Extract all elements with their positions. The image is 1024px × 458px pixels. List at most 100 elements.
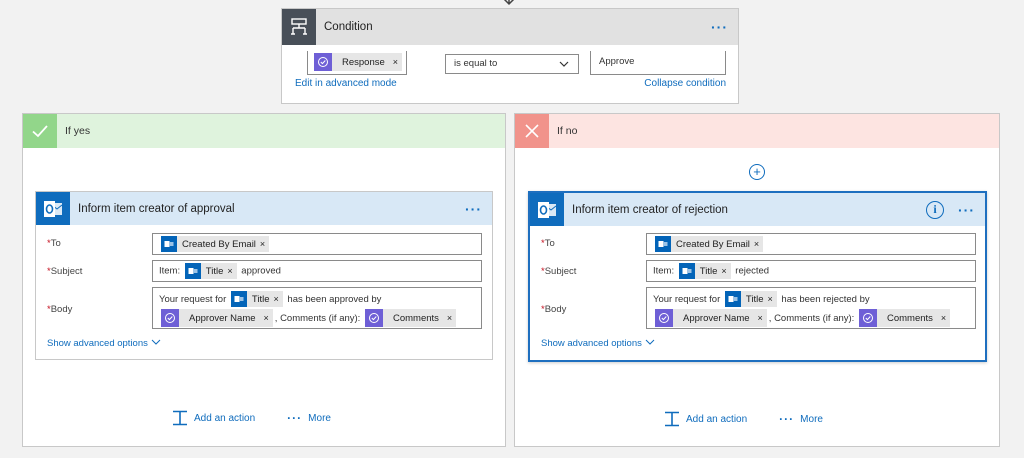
token-label: Comments [886, 312, 933, 324]
info-icon[interactable]: i [926, 200, 944, 219]
approver-name-token[interactable]: Approver Name × [655, 309, 767, 328]
to-label: *To [47, 238, 61, 249]
collapse-condition-link[interactable]: Collapse condition [644, 78, 726, 89]
token-remove-icon[interactable]: × [447, 309, 456, 328]
to-field[interactable]: Created By Email × [646, 233, 976, 255]
more-label: More [308, 412, 331, 424]
body-field[interactable]: Your request for Title × has been reject… [646, 287, 976, 329]
token-label: Title [745, 293, 764, 305]
add-action-icon [665, 411, 679, 427]
sharepoint-icon [161, 236, 177, 252]
subject-suffix: rejected [735, 265, 770, 277]
token-label: Title [251, 293, 270, 305]
chevron-down-icon [645, 339, 654, 345]
show-advanced-options-link[interactable]: Show advanced options [47, 338, 161, 349]
action-title: Inform item creator of rejection [572, 203, 728, 216]
condition-left-operand[interactable]: Response × [307, 51, 407, 75]
chevron-down-icon [559, 61, 569, 67]
condition-value-input[interactable]: Approve [590, 51, 726, 75]
branch-if-yes: If yes Inform item creator of approval ·… [22, 113, 506, 447]
token-label: Created By Email [182, 238, 256, 250]
connector-arrow-icon [503, 0, 515, 6]
body-label: *Body [541, 304, 567, 315]
token-label: Title [699, 265, 718, 277]
to-label: *To [541, 238, 555, 249]
token-label: Approver Name [683, 312, 750, 324]
approver-name-token[interactable]: Approver Name × [161, 309, 273, 328]
title-token[interactable]: Title × [724, 290, 777, 309]
body-label: *Body [47, 304, 73, 315]
more-dots-icon: ··· [779, 412, 795, 426]
sharepoint-icon [678, 263, 695, 279]
insert-step-plus-icon[interactable]: + [749, 164, 765, 180]
operator-dropdown[interactable]: is equal to [445, 54, 579, 74]
chevron-down-icon [151, 339, 160, 345]
sharepoint-icon [655, 236, 671, 252]
body-text: has been approved by [287, 294, 382, 305]
branch-no-footer: Add an action ··· More [664, 411, 823, 427]
created-by-email-token[interactable]: Created By Email × [161, 236, 270, 252]
sharepoint-icon [724, 291, 741, 308]
body-text: Your request for [159, 294, 227, 305]
action-title: Inform item creator of approval [78, 202, 235, 215]
token-label: Approver Name [189, 312, 256, 324]
response-token[interactable]: Response × [314, 53, 403, 71]
to-field[interactable]: Created By Email × [152, 233, 482, 255]
add-action-label: Add an action [686, 413, 748, 425]
outlook-icon [36, 192, 70, 225]
token-remove-icon[interactable]: × [768, 290, 777, 309]
action-card-header[interactable]: Inform item creator of approval ··· [36, 192, 492, 225]
add-action-icon [173, 410, 187, 426]
branch-if-no: If no + Inform item creator of rejection… [514, 113, 1000, 447]
operator-value: is equal to [454, 58, 498, 69]
token-remove-icon[interactable]: × [754, 239, 763, 249]
subject-field[interactable]: Item: Title × rejected [646, 260, 976, 282]
token-label: Title [205, 265, 224, 277]
comments-token[interactable]: Comments × [858, 309, 951, 328]
action-card-header[interactable]: Inform item creator of rejection i ··· [530, 193, 985, 226]
show-advanced-options-link[interactable]: Show advanced options [541, 338, 655, 349]
sharepoint-icon [184, 263, 201, 279]
condition-card: Condition ··· Response × is equal to App… [281, 8, 739, 104]
branch-yes-header: If yes [23, 114, 505, 148]
subject-field[interactable]: Item: Title × approved [152, 260, 482, 282]
token-remove-icon[interactable]: × [264, 309, 273, 328]
body-field[interactable]: Your request for Title × has been approv… [152, 287, 482, 329]
token-remove-icon[interactable]: × [941, 309, 950, 328]
approval-icon [655, 309, 673, 328]
more-button[interactable]: ··· More [779, 412, 823, 426]
condition-more-menu-icon[interactable]: ··· [711, 19, 728, 35]
title-token[interactable]: Title × [230, 290, 283, 309]
token-remove-icon[interactable]: × [260, 239, 269, 249]
token-remove-icon[interactable]: × [393, 57, 402, 67]
subject-label: *Subject [47, 266, 83, 277]
created-by-email-token[interactable]: Created By Email × [655, 236, 764, 252]
body-text: , Comments (if any): [274, 313, 361, 324]
add-action-button[interactable]: Add an action [664, 411, 747, 427]
subject-prefix: Item: [159, 265, 181, 277]
action-more-menu-icon[interactable]: ··· [465, 201, 482, 217]
more-button[interactable]: ··· More [287, 411, 331, 425]
checkmark-icon [23, 114, 57, 148]
comments-token[interactable]: Comments × [364, 309, 457, 328]
branch-no-header: If no [515, 114, 999, 148]
token-remove-icon[interactable]: × [721, 266, 730, 276]
edit-advanced-mode-link[interactable]: Edit in advanced mode [295, 78, 397, 89]
condition-header[interactable]: Condition ··· [282, 9, 738, 45]
add-action-button[interactable]: Add an action [172, 410, 255, 426]
sharepoint-icon [230, 291, 247, 308]
approval-icon [364, 309, 383, 328]
action-card-approval: Inform item creator of approval ··· *To … [35, 191, 493, 360]
token-remove-icon[interactable]: × [227, 266, 236, 276]
body-text: Your request for [653, 294, 721, 305]
condition-title: Condition [324, 21, 373, 33]
title-token[interactable]: Title × [184, 263, 237, 279]
more-label: More [800, 413, 823, 425]
token-remove-icon[interactable]: × [274, 290, 283, 309]
token-remove-icon[interactable]: × [758, 309, 767, 328]
approval-icon [858, 309, 877, 328]
more-dots-icon: ··· [287, 411, 303, 425]
condition-icon [282, 9, 316, 45]
action-more-menu-icon[interactable]: ··· [958, 202, 975, 218]
title-token[interactable]: Title × [678, 263, 731, 279]
